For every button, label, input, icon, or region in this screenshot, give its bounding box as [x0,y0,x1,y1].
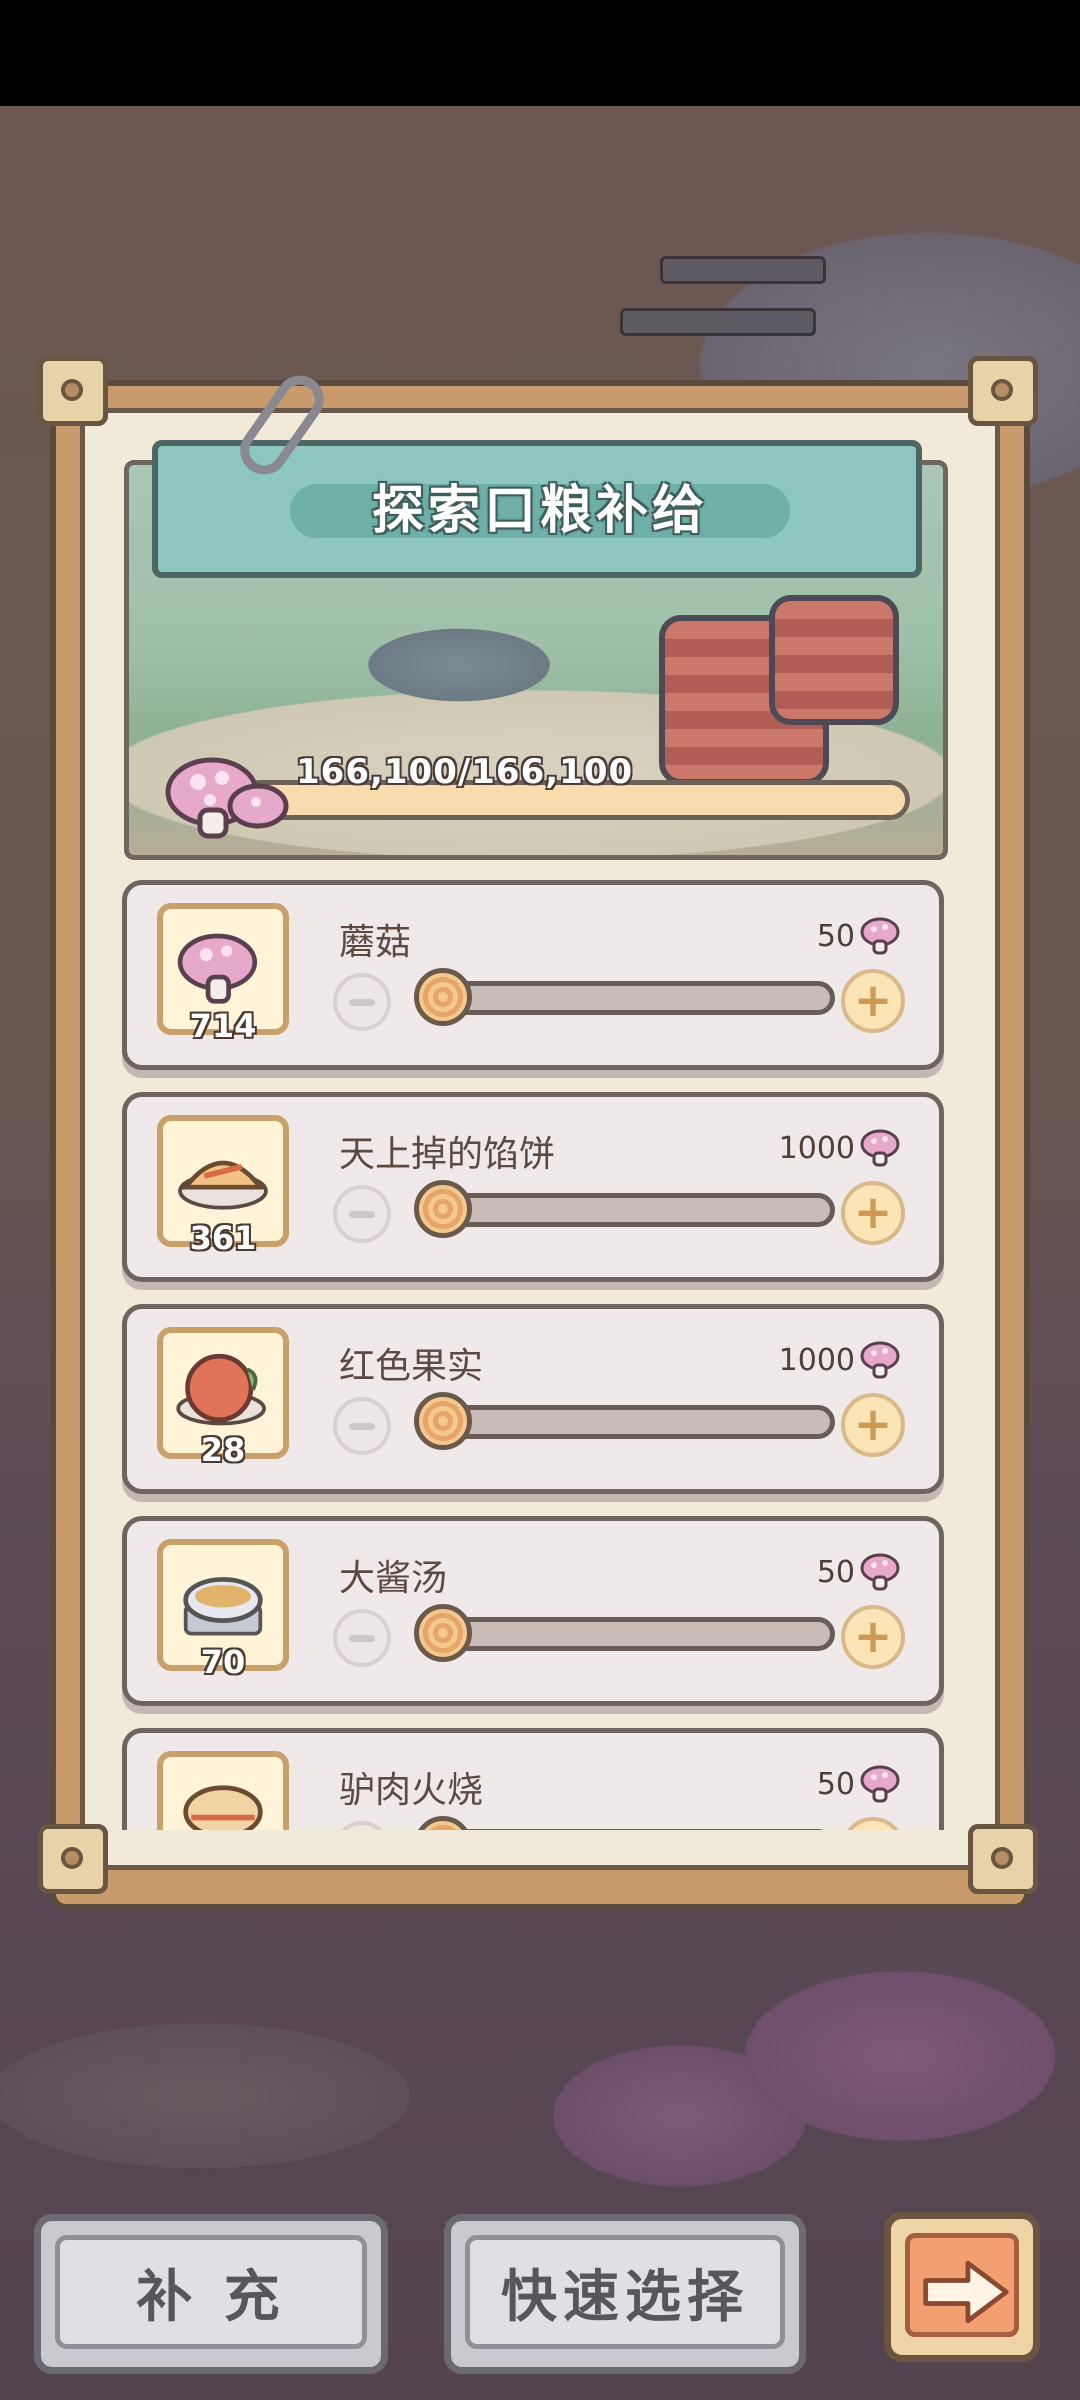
decrease-button[interactable] [333,1609,391,1667]
slider-knob[interactable] [414,968,472,1026]
item-cost: 1000 [778,1343,855,1378]
slider-knob[interactable] [414,1392,472,1450]
item-name: 天上掉的馅饼 [339,1134,556,1175]
status-bar [0,0,1080,106]
item-name: 红色果实 [339,1346,484,1387]
panel-title: 探索口粮补给 [290,484,790,538]
increase-button[interactable]: + [841,1817,905,1830]
item-count: 70 [200,1643,246,1681]
red-fruit-icon [176,1353,266,1426]
decrease-button[interactable] [333,1397,391,1455]
quantity-slider[interactable] [414,1816,835,1830]
refill-button[interactable]: 补 充 [34,2214,388,2374]
frame-corner [968,1824,1038,1894]
mushroom-icon [177,933,258,1004]
item-cost: 1000 [778,1131,855,1166]
item-name: 驴肉火烧 [339,1770,484,1811]
decrease-button[interactable] [333,1821,391,1830]
quick-select-button[interactable]: 快速选择 [444,2214,806,2374]
item-count: 28 [200,1431,246,1469]
food-item: 70 大酱汤 50 + [122,1516,944,1706]
barrel-illustration [769,595,899,725]
food-item: 28 红色果实 1000 + [122,1304,944,1494]
next-button[interactable] [884,2212,1040,2362]
increase-button[interactable]: + [841,1393,905,1457]
item-count: 714 [189,1007,257,1045]
quantity-slider[interactable] [414,1604,835,1662]
donkey-burger-icon [183,1785,263,1830]
mushroom-cost-icon [860,1765,900,1803]
food-item: 714 蘑菇 50 + [122,880,944,1070]
item-name: 蘑菇 [339,922,412,963]
slider-knob[interactable] [414,1816,472,1830]
increase-button[interactable]: + [841,969,905,1033]
frame-corner [38,356,108,426]
mushroom-cost-icon [860,917,900,955]
supply-progress-text: 166,100/166,100 [296,752,634,792]
quantity-slider[interactable] [414,1180,835,1238]
slider-knob[interactable] [414,1604,472,1662]
quantity-slider[interactable] [414,1392,835,1450]
mushroom-cost-icon [860,1553,900,1591]
mushroom-icon [165,757,289,839]
refill-button-label: 补 充 [55,2235,367,2349]
decrease-button[interactable] [333,1185,391,1243]
quantity-slider[interactable] [414,968,835,1026]
item-name: 大酱汤 [339,1558,448,1599]
mushroom-cost-icon [860,1129,900,1167]
item-count: 361 [189,1219,257,1257]
quick-select-button-label: 快速选择 [465,2235,785,2349]
food-item: 驴肉火烧 50 + [122,1728,944,1830]
frame-corner [38,1824,108,1894]
frame-corner [968,356,1038,426]
increase-button[interactable]: + [841,1181,905,1245]
increase-button[interactable]: + [841,1605,905,1669]
mushroom-cost-icon [860,1341,900,1379]
pie-icon [178,1160,268,1210]
item-cost: 50 [816,1555,855,1590]
item-cost: 50 [816,919,855,954]
background-plank [660,256,826,284]
soup-icon [183,1577,263,1636]
food-list[interactable]: 714 蘑菇 50 + 361 天上掉的馅饼 1000 + 28 红色果实 10… [122,880,948,1830]
donkey-burger-icon-box [157,1751,289,1830]
item-cost: 50 [816,1767,855,1802]
background-plank [620,308,816,336]
arrow-right-icon [923,2260,1009,2324]
next-button-face [905,2233,1019,2337]
food-item: 361 天上掉的馅饼 1000 + [122,1092,944,1282]
slider-knob[interactable] [414,1180,472,1238]
decrease-button[interactable] [333,973,391,1031]
